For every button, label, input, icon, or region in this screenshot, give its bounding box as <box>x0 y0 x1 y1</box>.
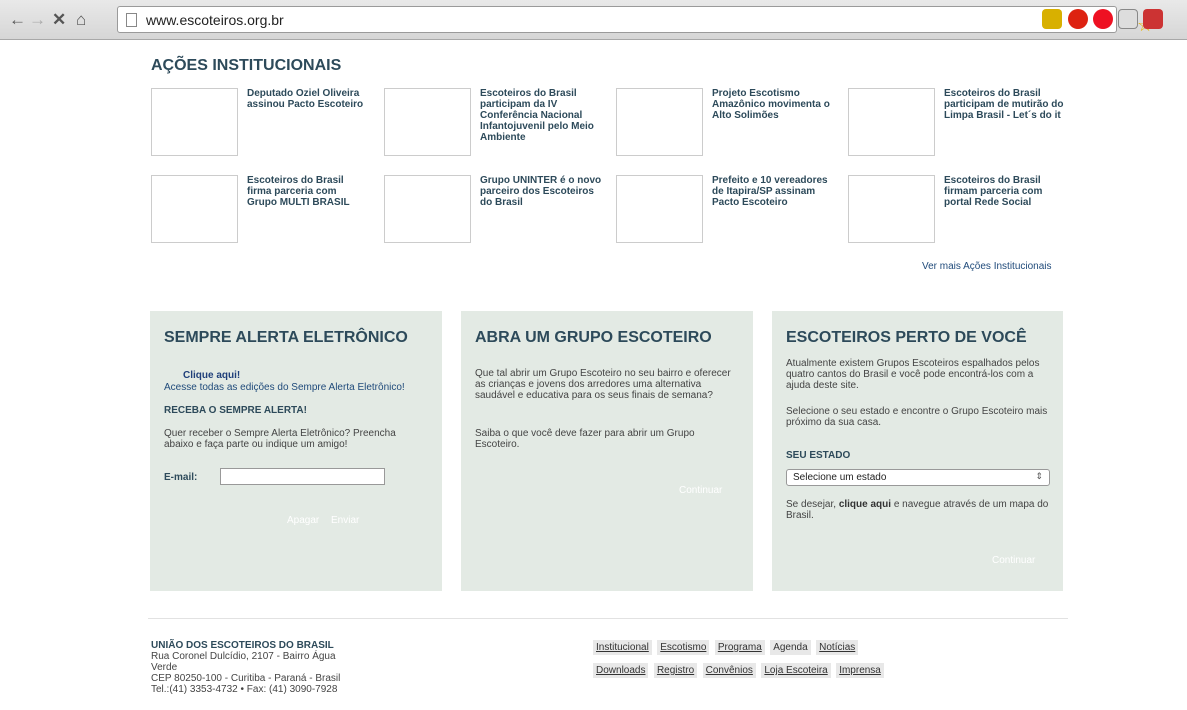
action-title[interactable]: Escoteiros do Brasil firma parceria com … <box>247 175 369 208</box>
address-bar[interactable]: www.escoteiros.org.br ☆ <box>117 6 1153 35</box>
action-title[interactable]: Escoteiros do Brasil participam da IV Co… <box>480 88 602 143</box>
panel-perto-de-voce: ESCOTEIROS PERTO DE VOCÊ Atualmente exis… <box>772 311 1063 591</box>
subtitle: RECEBA O SEMPRE ALERTA! <box>164 405 307 416</box>
action-thumbnail[interactable] <box>151 175 238 243</box>
extension-icon[interactable] <box>1093 9 1113 29</box>
all-editions-link[interactable]: Acesse todas as edições do Sempre Alerta… <box>164 382 405 393</box>
description: Saiba o que você deve fazer para abrir u… <box>475 428 695 450</box>
extension-icon[interactable] <box>1143 9 1163 29</box>
select-arrows-icon: ⇕ <box>1035 471 1043 481</box>
action-item[interactable]: Grupo UNINTER é o novo parceiro dos Esco… <box>384 175 608 247</box>
footer-link-programa[interactable]: Programa <box>714 640 765 655</box>
action-thumbnail[interactable] <box>384 88 471 156</box>
footer-link-registro[interactable]: Registro <box>653 663 698 678</box>
address-line: CEP 80250-100 - Curitiba - Paraná - Bras… <box>151 673 341 684</box>
url-text[interactable]: www.escoteiros.org.br <box>146 12 284 28</box>
footer-link-agenda[interactable]: Agenda <box>770 640 811 655</box>
section-title: AÇÕES INSTITUCIONAIS <box>151 57 342 74</box>
action-item[interactable]: Escoteiros do Brasil participam de mutir… <box>848 88 1072 160</box>
action-title[interactable]: Deputado Oziel Oliveira assinou Pacto Es… <box>247 88 369 110</box>
footer-nav: Institucional Escotismo Programa Agenda … <box>593 637 913 683</box>
action-item[interactable]: Escoteiros do Brasil firmam parceria com… <box>848 175 1072 247</box>
extension-icon[interactable] <box>1068 9 1088 29</box>
action-item[interactable]: Deputado Oziel Oliveira assinou Pacto Es… <box>151 88 375 160</box>
more-actions-link[interactable]: Ver mais Ações Institucionais <box>922 261 1052 272</box>
map-link[interactable]: clique aqui <box>839 499 891 510</box>
clear-button[interactable]: Apagar <box>287 515 319 526</box>
click-here-link[interactable]: Clique aqui! <box>183 370 240 381</box>
state-select-value: Selecione um estado <box>793 472 887 483</box>
footer-link-convenios[interactable]: Convênios <box>702 663 756 678</box>
footer-link-loja[interactable]: Loja Escoteira <box>761 663 831 678</box>
description: Quer receber o Sempre Alerta Eletrônico?… <box>164 428 396 450</box>
footer-divider <box>148 618 1068 619</box>
panel-title: SEMPRE ALERTA ELETRÔNICO <box>164 329 408 346</box>
continue-button[interactable]: Continuar <box>992 555 1035 566</box>
action-item[interactable]: Projeto Escotismo Amazônico movimenta o … <box>616 88 840 160</box>
footer-address: Rua Coronel Dulcídio, 2107 - Bairro Água… <box>151 651 351 695</box>
action-item[interactable]: Prefeito e 10 vereadores de Itapira/SP a… <box>616 175 840 247</box>
footer-link-downloads[interactable]: Downloads <box>593 663 649 678</box>
description: Selecione o seu estado e encontre o Grup… <box>786 406 1048 428</box>
map-text-prefix: Se desejar, <box>786 499 839 510</box>
action-thumbnail[interactable] <box>151 88 238 156</box>
action-title[interactable]: Escoteiros do Brasil participam de mutir… <box>944 88 1066 121</box>
back-arrow-icon[interactable]: ← <box>9 10 26 30</box>
footer-link-escotismo[interactable]: Escotismo <box>657 640 710 655</box>
action-title[interactable]: Prefeito e 10 vereadores de Itapira/SP a… <box>712 175 834 208</box>
panel-title: ABRA UM GRUPO ESCOTEIRO <box>475 329 712 346</box>
map-text: Se desejar, clique aqui e navegue atravé… <box>786 499 1054 521</box>
email-field[interactable] <box>220 468 385 485</box>
action-thumbnail[interactable] <box>384 175 471 243</box>
state-label: SEU ESTADO <box>786 450 851 461</box>
address-line: Rua Coronel Dulcídio, 2107 - Bairro Água… <box>151 651 336 673</box>
footer-link-imprensa[interactable]: Imprensa <box>836 663 884 678</box>
address-line: Tel.:(41) 3353-4732 • Fax: (41) 3090-792… <box>151 684 338 695</box>
description: Atualmente existem Grupos Escoteiros esp… <box>786 358 1040 391</box>
stop-icon[interactable]: ✕ <box>52 10 66 30</box>
browser-toolbar: ← → ✕ ⌂ www.escoteiros.org.br ☆ <box>0 0 1187 40</box>
home-icon[interactable]: ⌂ <box>76 10 86 30</box>
panel-title: ESCOTEIROS PERTO DE VOCÊ <box>786 329 1027 346</box>
continue-button[interactable]: Continuar <box>679 485 722 496</box>
action-title[interactable]: Projeto Escotismo Amazônico movimenta o … <box>712 88 834 121</box>
action-thumbnail[interactable] <box>848 175 935 243</box>
organization-name: UNIÃO DOS ESCOTEIROS DO BRASIL <box>151 640 334 651</box>
panel-sempre-alerta: SEMPRE ALERTA ELETRÔNICO Clique aqui! Ac… <box>150 311 442 591</box>
extension-icon[interactable] <box>1042 9 1062 29</box>
forward-arrow-icon[interactable]: → <box>29 10 46 30</box>
footer-link-institucional[interactable]: Institucional <box>593 640 652 655</box>
description: Que tal abrir um Grupo Escoteiro no seu … <box>475 368 731 401</box>
action-thumbnail[interactable] <box>848 88 935 156</box>
send-button[interactable]: Enviar <box>331 515 359 526</box>
page-icon <box>126 13 137 27</box>
action-title[interactable]: Grupo UNINTER é o novo parceiro dos Esco… <box>480 175 602 208</box>
state-select[interactable]: Selecione um estado ⇕ <box>786 469 1050 486</box>
panel-abra-grupo: ABRA UM GRUPO ESCOTEIRO Que tal abrir um… <box>461 311 753 591</box>
gmail-icon[interactable] <box>1118 9 1138 29</box>
action-thumbnail[interactable] <box>616 175 703 243</box>
footer-link-noticias[interactable]: Notícias <box>816 640 859 655</box>
action-item[interactable]: Escoteiros do Brasil firma parceria com … <box>151 175 375 247</box>
action-item[interactable]: Escoteiros do Brasil participam da IV Co… <box>384 88 608 160</box>
action-thumbnail[interactable] <box>616 88 703 156</box>
page-content: AÇÕES INSTITUCIONAIS Deputado Oziel Oliv… <box>0 41 1187 710</box>
action-title[interactable]: Escoteiros do Brasil firmam parceria com… <box>944 175 1066 208</box>
email-label: E-mail: <box>164 472 198 483</box>
